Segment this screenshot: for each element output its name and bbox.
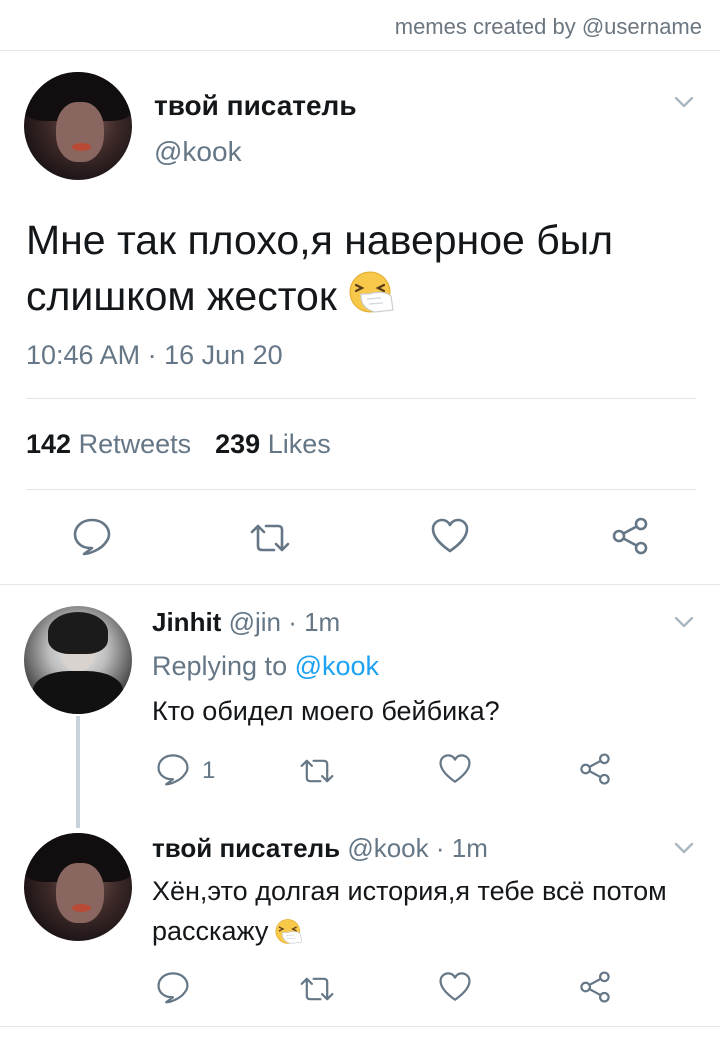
reply-icon[interactable] (156, 970, 190, 1004)
reply-author-handle[interactable]: @jin (229, 607, 281, 637)
like-icon[interactable] (438, 970, 472, 1004)
avatar[interactable] (24, 72, 132, 180)
retweets-label[interactable]: Retweets (79, 429, 192, 459)
reply-author-name[interactable]: твой писатель (152, 833, 340, 863)
share-icon[interactable] (578, 970, 612, 1004)
reply-time: · 1m (435, 833, 488, 863)
avatar[interactable] (24, 606, 132, 714)
divider (0, 1026, 720, 1027)
retweet-icon[interactable] (248, 518, 292, 558)
divider (26, 489, 696, 490)
watermark: memes created by @username (394, 14, 702, 39)
reply-header: Jinhit @jin · 1m (152, 607, 340, 638)
share-icon[interactable] (578, 752, 612, 786)
reply-text: Хён,это долгая история,я тебе всё потом … (152, 871, 692, 951)
reply-time: · 1m (288, 607, 341, 637)
author-name[interactable]: твой писатель (154, 90, 357, 122)
like-icon[interactable] (430, 516, 470, 556)
avatar[interactable] (24, 833, 132, 941)
reply-author-name[interactable]: Jinhit (152, 607, 221, 637)
retweet-icon[interactable] (298, 972, 336, 1006)
replying-label: Replying to (152, 651, 288, 681)
chevron-down-icon[interactable] (672, 836, 696, 860)
tweet-timestamp[interactable]: 10:46 AM · 16 Jun 20 (26, 340, 283, 371)
sneezing-face-emoji (274, 918, 304, 946)
divider (26, 398, 696, 399)
reply-count: 1 (202, 757, 216, 784)
retweets-count[interactable]: 142 (26, 429, 71, 459)
mention-link[interactable]: @kook (295, 651, 379, 681)
likes-count[interactable]: 239 (215, 429, 260, 459)
sneezing-face-emoji (347, 270, 397, 316)
retweet-icon[interactable] (298, 754, 336, 788)
reply-header: твой писатель @kook · 1m (152, 833, 488, 864)
reply-icon[interactable] (72, 516, 112, 556)
reply-icon[interactable] (156, 752, 190, 786)
thread-connector (76, 716, 80, 828)
reply-text-content: Хён,это долгая история,я тебе всё потом … (152, 876, 667, 946)
likes-label[interactable]: Likes (268, 429, 331, 459)
like-icon[interactable] (438, 752, 472, 786)
chevron-down-icon[interactable] (672, 90, 696, 114)
divider (0, 50, 720, 51)
tweet-text-content: Мне так плохо,я наверное был слишком жес… (26, 217, 614, 319)
reply-text: Кто обидел моего бейбика? (152, 696, 500, 726)
author-handle[interactable]: @kook (154, 136, 242, 168)
tweet-stats: 142 Retweets 239 Likes (26, 429, 331, 460)
chevron-down-icon[interactable] (672, 610, 696, 634)
reply-author-handle[interactable]: @kook (347, 833, 428, 863)
divider (0, 584, 720, 585)
tweet-text: Мне так плохо,я наверное был слишком жес… (26, 212, 696, 324)
replying-to: Replying to @kook (152, 651, 379, 682)
share-icon[interactable] (610, 516, 650, 556)
